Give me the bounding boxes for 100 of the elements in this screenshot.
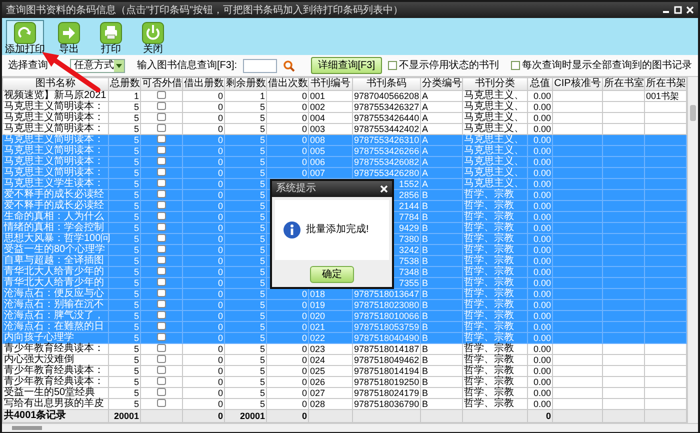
table-cell: 9787553426082 [352,156,420,168]
checkbox[interactable] [157,113,166,122]
table-cell: 5 [108,354,140,366]
checkbox[interactable] [157,124,166,132]
checkbox[interactable] [157,388,166,396]
column-header[interactable]: 总值 [528,78,552,90]
column-header[interactable]: 图书名称 [2,78,108,90]
checkbox[interactable] [157,256,166,264]
table-cell: 马克思主义简明读本： [2,168,108,178]
column-header[interactable]: 书刊编号 [308,78,352,90]
table-cell: 马克思主义、 [462,112,528,124]
column-header[interactable]: 借出册数 [182,78,224,90]
column-header[interactable]: 总册数 [108,78,140,90]
table-cell: 0.00 [528,90,552,102]
column-header[interactable]: 分类编号 [420,78,462,90]
detail-query-button[interactable]: 详细查询[F3] [310,57,382,74]
query-input-field[interactable] [243,58,277,72]
table-cell: 027 [308,388,352,398]
query-mode-dropdown[interactable]: 任意方式 [70,58,125,72]
table-cell: 0 [266,410,308,422]
table-cell: 马克思主义、 [462,156,528,168]
checkbox[interactable] [157,234,166,242]
checkbox[interactable] [157,212,166,220]
table-cell: 5 [108,344,140,354]
checkbox[interactable] [157,300,166,308]
table-cell: 思想大风暴：哲学100问 [2,234,108,244]
checkbox[interactable] [157,245,166,254]
checkbox[interactable] [388,61,397,70]
table-cell: 0 [266,344,308,354]
checkbox[interactable] [157,289,166,298]
table-cell: 自卑与超越：全译插图 [2,256,108,266]
table-cell: 哲学、宗教 [462,266,528,278]
table-cell: 爱不释手的成长必读经 [2,200,108,212]
table-cell: B [420,344,462,354]
checkbox[interactable] [157,190,166,198]
search-icon[interactable] [282,60,295,72]
table-cell: 哲学、宗教 [462,278,528,288]
column-header[interactable]: CIP核准号 [552,78,602,90]
table-cell: 沧海点石：便反应与心 [2,288,108,300]
checkbox[interactable] [157,333,166,342]
checkbox[interactable] [157,366,166,374]
column-header[interactable]: 可否外借 [140,78,182,90]
checkbox[interactable] [157,168,166,176]
table-cell: 9787518019250 [352,376,420,388]
table-cell: 9787518023080 [352,300,420,310]
checkbox[interactable] [157,322,166,330]
checkbox[interactable] [157,355,166,364]
column-header[interactable]: 剩余册数 [224,78,266,90]
checkbox[interactable] [157,278,166,286]
scrollbar-thumb[interactable] [690,105,696,121]
checkbox[interactable] [157,179,166,188]
vertical-scrollbar[interactable] [687,77,698,423]
maximize-icon[interactable] [674,6,682,14]
column-header[interactable]: 借出次数 [266,78,308,90]
table-cell: 0 [266,90,308,102]
table-cell: 0 [266,112,308,124]
checkbox[interactable] [157,102,166,110]
checkbox[interactable] [157,399,166,408]
column-header[interactable]: 书刊分类 [462,78,528,90]
table-cell: 5 [224,354,266,366]
table-cell: 生命的真相：人为什么 [2,212,108,222]
toolbar-button[interactable]: 导出 [52,20,86,53]
horizontal-scrollbar[interactable] [2,423,698,432]
checkbox[interactable] [157,311,166,320]
table-cell: 沧海点石：别输在沉不 [2,300,108,310]
checkbox[interactable] [157,146,166,154]
table-cell: 5 [108,234,140,244]
checkbox[interactable] [157,135,166,144]
checkbox[interactable] [157,201,166,210]
query-label: 输入图书信息查询[F3]: [137,58,238,73]
checkbox[interactable] [157,344,166,352]
checkbox[interactable] [157,91,166,100]
table-cell: 视频速览】新马原2021 [2,90,108,102]
table-cell: A [420,102,462,112]
column-header[interactable]: 所在书室 [602,78,644,90]
toolbar-button[interactable]: 关闭 [136,20,170,53]
option-checkbox-label[interactable]: 每次查询时显示全部查询到的图书记录 [511,58,692,73]
table-cell: 001 [308,90,352,102]
table-cell: 马克思主义简明读本： [2,156,108,168]
checkbox[interactable] [511,61,520,70]
table-cell: 青华北大人给青少年的 [2,278,108,288]
column-header[interactable]: 书刊条码 [352,78,420,90]
toolbar-button[interactable]: 添加打印 [6,20,44,53]
table-cell: 0.00 [528,102,552,112]
table-cell: 哲学、宗教 [462,310,528,322]
scrollbar-thumb[interactable] [12,426,42,430]
checkbox[interactable] [157,223,166,232]
ok-button[interactable]: 确定 [310,266,354,283]
table-cell: 马克思主义、 [462,146,528,156]
table-cell: 0 [182,366,224,376]
close-icon[interactable] [380,184,388,192]
toolbar-button[interactable]: 打印 [94,20,128,53]
checkbox[interactable] [157,377,166,386]
table-cell: 9787518013647 [352,288,420,300]
close-icon[interactable] [686,6,694,14]
option-checkbox-label[interactable]: 不显示停用状态的书刊 [388,58,499,73]
checkbox[interactable] [157,267,166,276]
column-header[interactable]: 所在书架 [644,78,686,90]
table-cell: 0 [266,376,308,388]
checkbox[interactable] [157,157,166,166]
